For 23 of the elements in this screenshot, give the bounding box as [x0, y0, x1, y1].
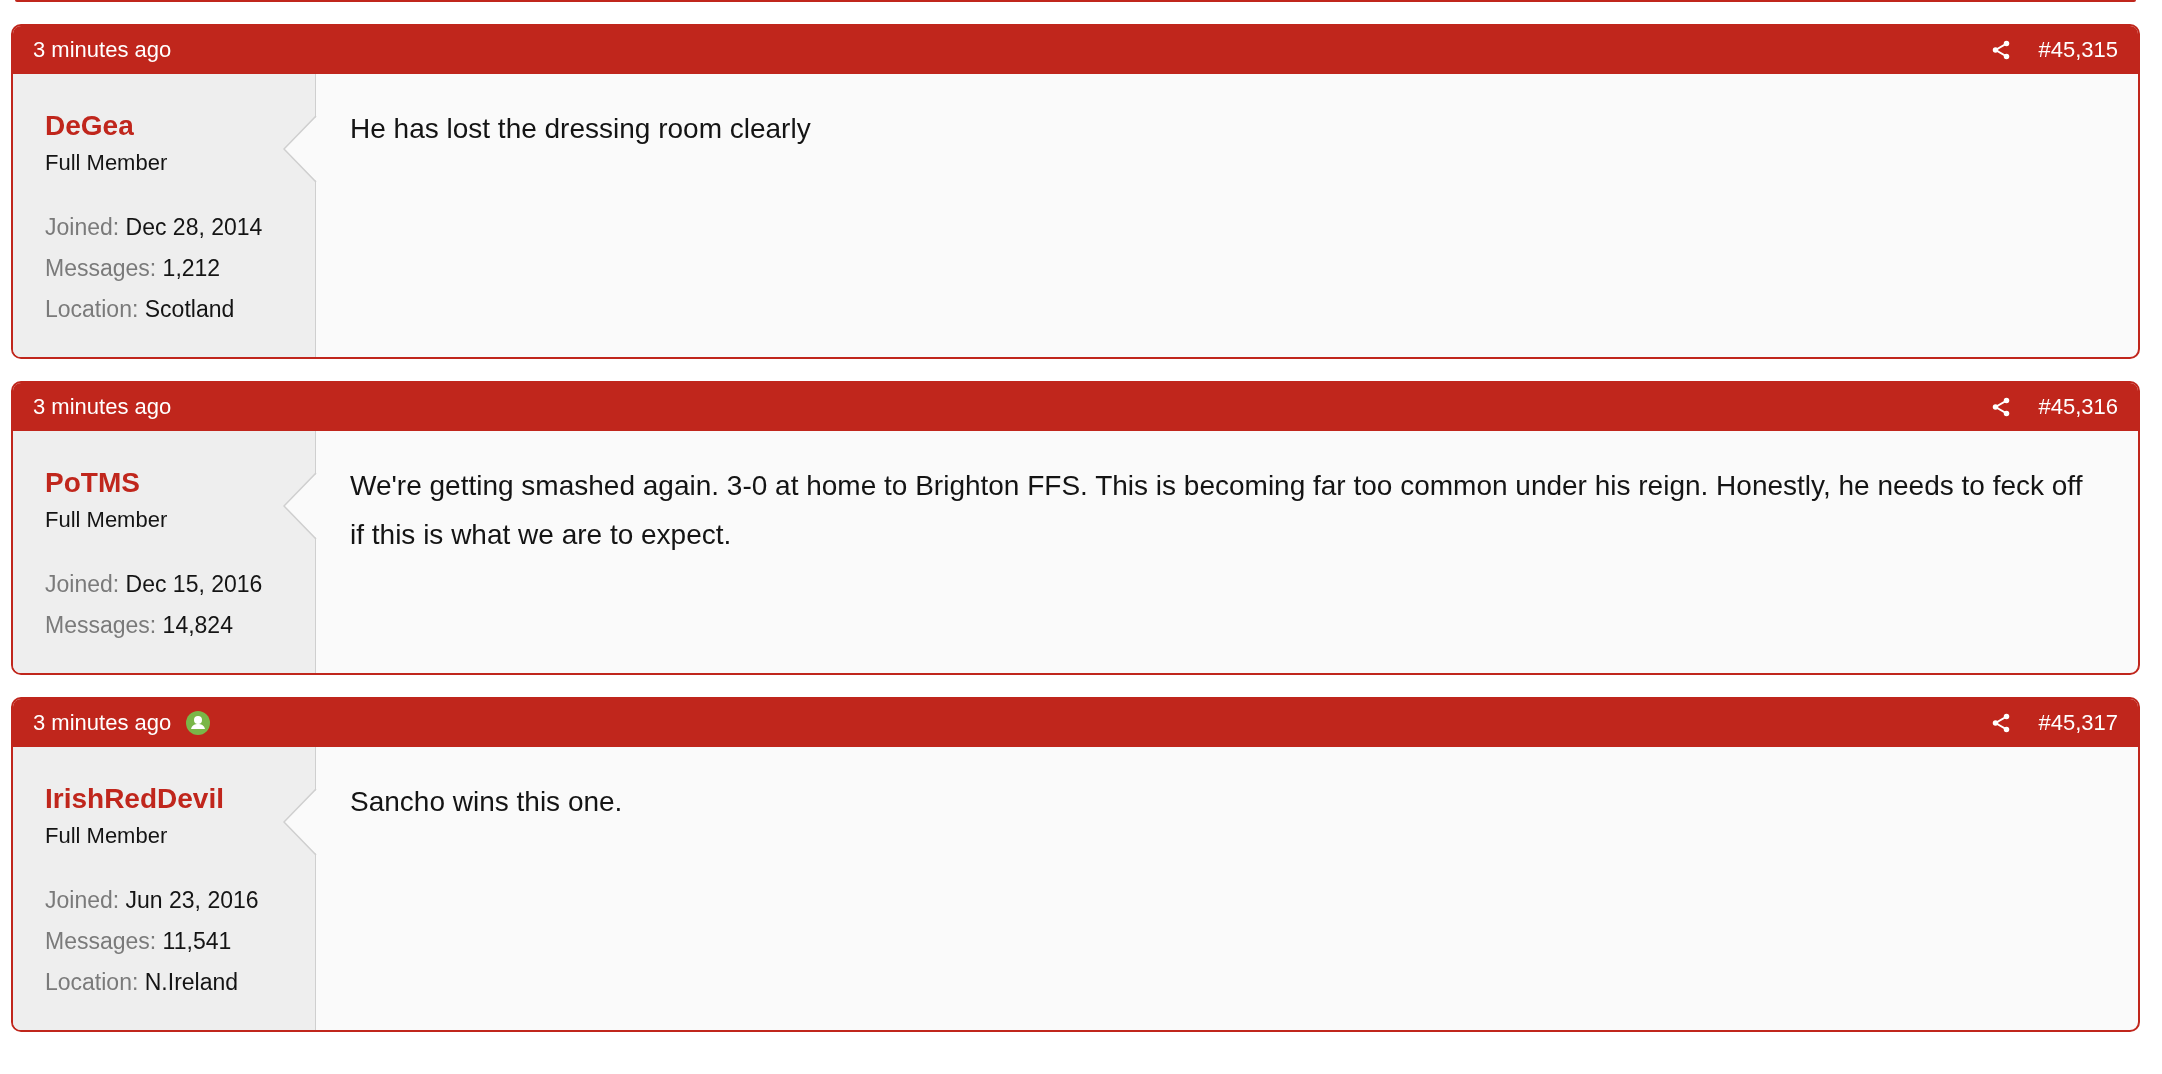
- post-message: He has lost the dressing room clearly: [350, 112, 812, 146]
- user-info-line: Joined: Dec 28, 2014: [45, 214, 263, 241]
- user-info-line: Location: Scotland: [45, 296, 235, 323]
- post-number-link[interactable]: #45,315: [2038, 37, 2118, 63]
- user-title: Full Member: [45, 507, 168, 533]
- user-info-line: Joined: Dec 15, 2016: [45, 571, 263, 598]
- username-link[interactable]: PoTMS: [45, 467, 140, 499]
- user-info-line: Messages: 14,824: [45, 612, 233, 639]
- post-message: We're getting smashed again. 3-0 at home to Brighton FFS. This is becoming far too common under his reign. Honestly, he needs to feck off if this is what we are to expect.: [350, 469, 2084, 552]
- user-title: Full Member: [45, 823, 168, 849]
- post-time: 3 minutes ago: [33, 394, 172, 420]
- user-info-line: Messages: 1,212: [45, 255, 221, 282]
- post-number-link[interactable]: #45,316: [2038, 394, 2118, 420]
- post-time: 3 minutes ago: [33, 37, 172, 63]
- post-number-link[interactable]: #45,317: [2038, 710, 2118, 736]
- post-time: 3 minutes ago: [33, 710, 172, 736]
- user-title: Full Member: [45, 150, 168, 176]
- username-link[interactable]: DeGea: [45, 110, 134, 142]
- user-info-line: Location: N.Ireland: [45, 969, 239, 996]
- user-info-line: Messages: 11,541: [45, 928, 232, 955]
- post-message: Sancho wins this one.: [350, 785, 624, 819]
- user-info-line: Joined: Jun 23, 2016: [45, 887, 259, 914]
- username-link[interactable]: IrishRedDevil: [45, 783, 224, 815]
